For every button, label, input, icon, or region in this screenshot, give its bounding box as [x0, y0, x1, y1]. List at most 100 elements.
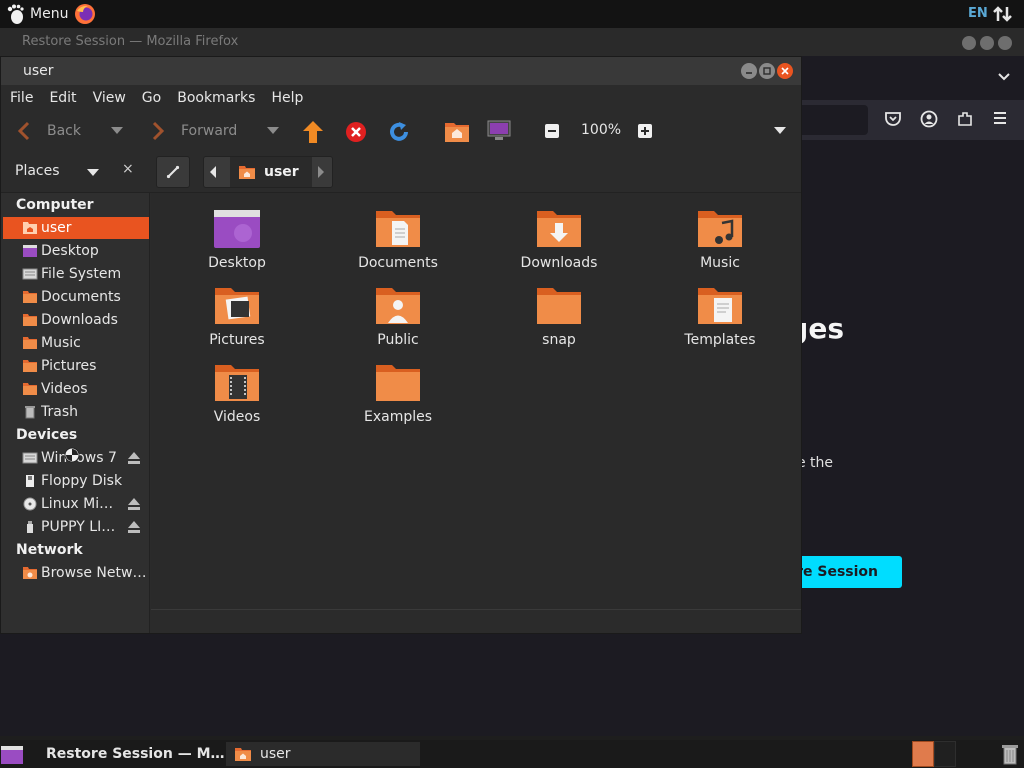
forward-button[interactable]: Forward: [151, 121, 237, 141]
menu-file[interactable]: File: [10, 90, 33, 106]
menu-bookmarks[interactable]: Bookmarks: [177, 90, 255, 106]
file-item-downloads[interactable]: Downloads: [499, 209, 619, 279]
file-item-examples[interactable]: Examples: [338, 363, 458, 433]
back-arrow-icon: [17, 121, 30, 141]
sidebar-item-browse-network[interactable]: Browse Netw…: [3, 562, 149, 584]
file-item-pictures[interactable]: Pictures: [177, 286, 297, 356]
sidebar-item-downloads[interactable]: Downloads: [3, 309, 149, 331]
sidebar-item-linux-mint[interactable]: Linux Mi…: [3, 493, 149, 515]
back-history-dropdown-icon[interactable]: [111, 127, 123, 135]
sidebar-item-label: PUPPY LI…: [41, 519, 116, 535]
folder-icon: [537, 288, 581, 324]
sidebar-item-videos[interactable]: Videos: [3, 378, 149, 400]
sidebar-item-trash[interactable]: Trash: [3, 401, 149, 423]
firefox-launcher-icon[interactable]: [74, 3, 96, 25]
account-icon[interactable]: [920, 110, 938, 128]
maximize-button[interactable]: [759, 63, 775, 79]
menu-go[interactable]: Go: [142, 90, 161, 106]
computer-icon[interactable]: [487, 119, 511, 143]
zoom-level-label: 100%: [581, 122, 622, 138]
toolbar-overflow-icon[interactable]: [774, 127, 786, 135]
busy-cursor-icon: [64, 447, 80, 463]
sidebar-item-user[interactable]: user: [3, 217, 149, 239]
taskbar-item-firefox[interactable]: Restore Session — M…: [30, 742, 224, 766]
extensions-icon[interactable]: [956, 110, 974, 128]
file-item-label: Public: [377, 332, 419, 348]
toggle-location-entry-button[interactable]: [156, 156, 190, 188]
downloads-folder-icon: [537, 211, 581, 247]
back-button[interactable]: Back: [17, 121, 81, 141]
public-folder-icon: [376, 288, 420, 324]
file-item-templates[interactable]: Templates: [660, 286, 780, 356]
keyboard-layout-indicator[interactable]: EN: [968, 6, 988, 21]
menu-edit[interactable]: Edit: [49, 90, 76, 106]
eject-icon[interactable]: [127, 497, 141, 511]
file-view: Desktop Documents Downloads Music Pictur…: [151, 193, 801, 609]
firefox-minimize-button[interactable]: [962, 36, 976, 50]
sidebar-item-music[interactable]: Music: [3, 332, 149, 354]
taskbar-item-file-manager[interactable]: user: [226, 742, 420, 766]
forward-label: Forward: [181, 123, 238, 139]
workspace-2[interactable]: [934, 741, 956, 767]
edit-location-icon: [166, 165, 180, 179]
file-item-videos[interactable]: Videos: [177, 363, 297, 433]
path-scroll-right-icon[interactable]: [316, 165, 326, 179]
menu-view[interactable]: View: [93, 90, 126, 106]
zoom-out-icon[interactable]: [545, 124, 559, 138]
show-desktop-icon[interactable]: [0, 745, 24, 765]
reload-icon[interactable]: [388, 121, 410, 143]
workspace-1[interactable]: [912, 741, 934, 767]
places-sidebar: Computer user Desktop File System Docume…: [1, 193, 150, 633]
stop-icon[interactable]: [345, 121, 367, 143]
path-crumb-user[interactable]: user: [230, 157, 312, 187]
music-folder-icon: [698, 211, 742, 247]
desktop-icon: [23, 245, 37, 257]
up-arrow-icon[interactable]: [302, 120, 324, 144]
file-item-snap[interactable]: snap: [499, 286, 619, 356]
drive-icon: [22, 268, 38, 280]
network-transfer-icon[interactable]: [992, 5, 1014, 23]
list-all-tabs-icon[interactable]: [996, 68, 1012, 84]
hamburger-menu-icon[interactable]: [992, 110, 1008, 126]
menu-help[interactable]: Help: [271, 90, 303, 106]
file-item-music[interactable]: Music: [660, 209, 780, 279]
path-scroll-left-icon[interactable]: [208, 165, 218, 179]
main-menu-button[interactable]: Menu: [4, 2, 68, 26]
sidebar-item-documents[interactable]: Documents: [3, 286, 149, 308]
menu-bar: File Edit View Go Bookmarks Help: [1, 85, 801, 111]
zoom-in-icon[interactable]: [638, 124, 652, 138]
forward-history-dropdown-icon[interactable]: [267, 127, 279, 135]
sidebar-item-desktop[interactable]: Desktop: [3, 240, 149, 262]
trash-icon[interactable]: [1000, 743, 1020, 765]
close-sidebar-icon[interactable]: ×: [122, 161, 134, 177]
gnome-foot-icon: [7, 4, 24, 24]
eject-icon[interactable]: [127, 520, 141, 534]
folder-icon: [23, 314, 37, 326]
file-manager-titlebar[interactable]: user: [1, 57, 801, 85]
firefox-maximize-button[interactable]: [980, 36, 994, 50]
eject-icon[interactable]: [127, 451, 141, 465]
minimize-button[interactable]: [741, 63, 757, 79]
file-item-public[interactable]: Public: [338, 286, 458, 356]
floppy-icon: [26, 475, 34, 487]
close-button[interactable]: [777, 63, 793, 79]
home-folder-icon: [23, 222, 37, 234]
sidebar-item-label: File System: [41, 266, 122, 282]
places-dropdown-icon[interactable]: [87, 169, 99, 177]
sidebar-item-label: Floppy Disk: [41, 473, 123, 489]
sidebar-item-pictures[interactable]: Pictures: [3, 355, 149, 377]
minimize-icon: [746, 72, 752, 74]
places-selector[interactable]: Places: [15, 163, 60, 179]
firefox-titlebar[interactable]: Restore Session — Mozilla Firefox: [0, 28, 1024, 56]
sidebar-item-puppy-linux[interactable]: PUPPY LI…: [3, 516, 149, 538]
home-folder-icon[interactable]: [444, 119, 470, 143]
firefox-close-button[interactable]: [998, 36, 1012, 50]
file-item-documents[interactable]: Documents: [338, 209, 458, 279]
documents-folder-icon: [376, 211, 420, 247]
pocket-icon[interactable]: [884, 110, 902, 128]
sidebar-item-floppy[interactable]: Floppy Disk: [3, 470, 149, 492]
file-item-desktop[interactable]: Desktop: [177, 209, 297, 279]
file-manager-window: user File Edit View Go Bookmarks Help Ba…: [0, 56, 802, 634]
file-item-label: Music: [700, 255, 740, 271]
sidebar-item-file-system[interactable]: File System: [3, 263, 149, 285]
